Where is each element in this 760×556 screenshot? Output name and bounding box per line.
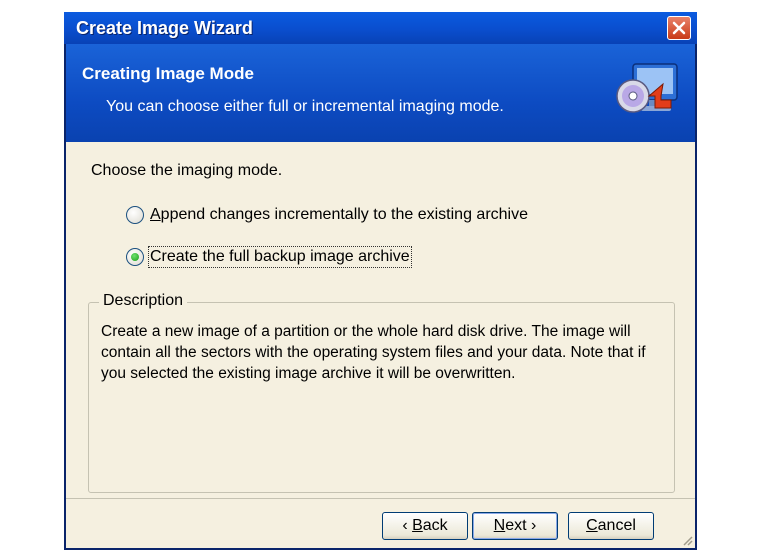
title-bar[interactable]: Create Image Wizard bbox=[64, 12, 697, 44]
wizard-header: Creating Image Mode You can choose eithe… bbox=[66, 44, 695, 142]
description-group: Description Create a new image of a part… bbox=[88, 292, 675, 493]
window-title: Create Image Wizard bbox=[76, 18, 253, 38]
cancel-button[interactable]: Cancel bbox=[568, 512, 654, 540]
description-legend: Description bbox=[99, 292, 188, 310]
radio-full-backup[interactable]: Create the full backup image archive bbox=[126, 246, 412, 268]
mode-prompt: Choose the imaging mode. bbox=[91, 162, 283, 179]
next-button[interactable]: Next › bbox=[472, 512, 558, 540]
resize-grip-icon[interactable] bbox=[681, 534, 693, 546]
back-button[interactable]: ‹ Back bbox=[382, 512, 468, 540]
radio-incremental-label[interactable]: Append changes incrementally to the exis… bbox=[150, 206, 528, 224]
page-subtitle: You can choose either full or incrementa… bbox=[106, 98, 504, 115]
wizard-window: Create Image Wizard Creating Image Mode … bbox=[64, 12, 697, 550]
radio-full-backup-label[interactable]: Create the full backup image archive bbox=[148, 246, 412, 268]
wizard-footer: ‹ Back Next › Cancel bbox=[66, 499, 695, 548]
close-icon bbox=[672, 21, 686, 35]
wizard-content: Choose the imaging mode. Append changes … bbox=[66, 142, 695, 498]
radio-incremental-button[interactable] bbox=[126, 206, 144, 224]
description-text: Create a new image of a partition or the… bbox=[101, 323, 646, 382]
page-title: Creating Image Mode bbox=[82, 64, 254, 83]
disk-image-icon bbox=[616, 63, 678, 113]
radio-full-backup-button[interactable] bbox=[126, 248, 144, 266]
close-button[interactable] bbox=[667, 16, 691, 40]
radio-incremental[interactable]: Append changes incrementally to the exis… bbox=[126, 206, 528, 224]
